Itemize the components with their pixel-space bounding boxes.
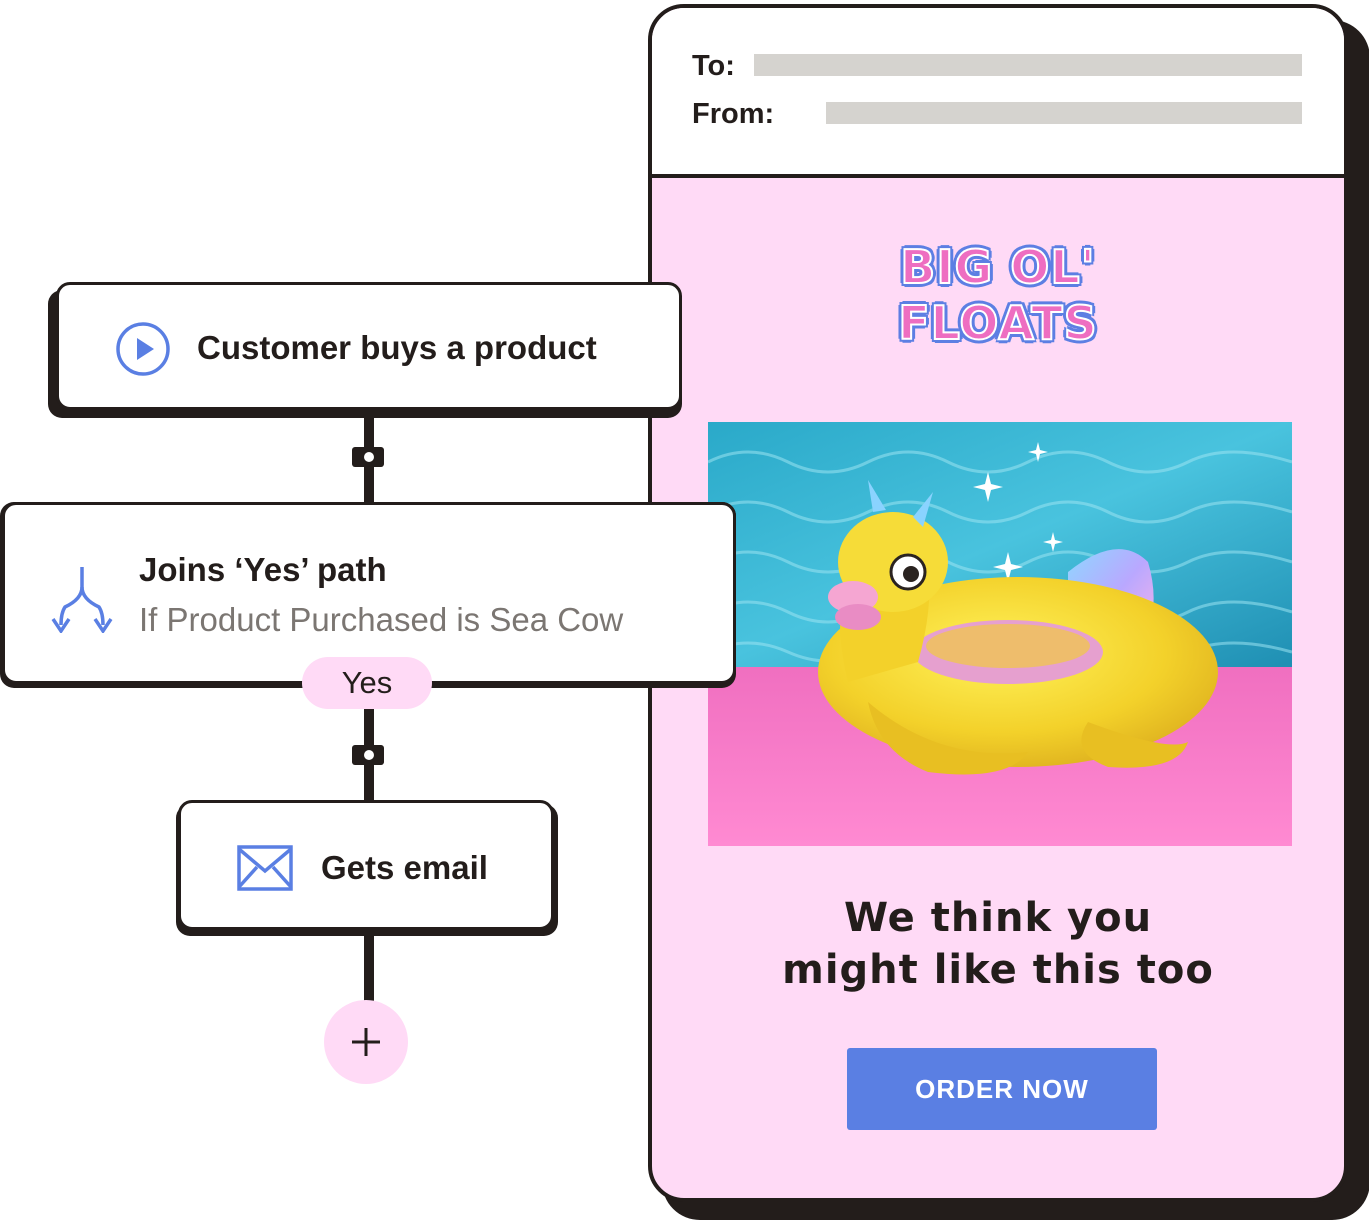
condition-title: Joins ‘Yes’ path xyxy=(139,551,387,588)
add-step-button[interactable] xyxy=(324,1000,408,1084)
condition-subtitle: If Product Purchased is Sea Cow xyxy=(139,601,624,638)
split-path-icon xyxy=(51,567,113,633)
to-field[interactable] xyxy=(754,54,1302,76)
from-field[interactable] xyxy=(826,102,1302,124)
email-headline: We think you might like this too xyxy=(652,892,1344,996)
product-photo xyxy=(708,422,1292,846)
connector-node[interactable] xyxy=(352,447,384,467)
connector-node[interactable] xyxy=(352,745,384,765)
order-now-button[interactable]: ORDER NOW xyxy=(847,1048,1157,1130)
play-circle-icon xyxy=(116,322,170,376)
to-label: To: xyxy=(692,50,735,82)
action-title: Gets email xyxy=(321,849,488,886)
envelope-icon xyxy=(237,845,293,891)
headline-line-1: We think you xyxy=(843,895,1153,941)
email-header: To: From: xyxy=(652,8,1344,178)
plus-icon xyxy=(352,1028,380,1056)
headline-line-2: might like this too xyxy=(782,947,1214,993)
yes-path-badge: Yes xyxy=(302,657,432,709)
email-preview: To: From: BIG OL' FLOATS We think you mi… xyxy=(648,4,1348,1202)
connector-line xyxy=(364,930,374,1002)
trigger-title: Customer buys a product xyxy=(197,329,597,366)
trigger-card[interactable]: Customer buys a product xyxy=(56,282,682,410)
from-label: From: xyxy=(692,98,775,130)
action-card[interactable]: Gets email xyxy=(178,800,554,930)
brand-logo: BIG OL' FLOATS xyxy=(897,239,1098,351)
